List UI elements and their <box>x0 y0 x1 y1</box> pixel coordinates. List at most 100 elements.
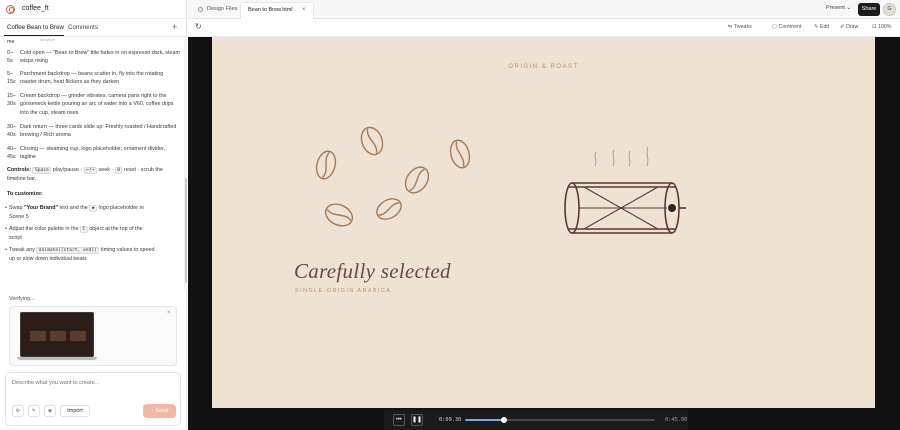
thumbnail-card <box>70 331 86 341</box>
bullet-code: ◆ <box>89 205 97 212</box>
bullet-text: Scene 5 <box>9 214 29 221</box>
coffee-bean-icon <box>404 166 430 194</box>
app-logo-icon[interactable] <box>6 5 15 14</box>
controls-text: timeline bar. <box>7 176 37 182</box>
eye-icon[interactable]: ◉ <box>44 405 56 417</box>
bullet-strong: "Your Brand" <box>23 205 59 211</box>
thumbnail-card <box>30 331 46 341</box>
list-item: • Tweak any animate([start, end]) timing… <box>5 246 174 264</box>
prompt-input[interactable] <box>12 380 172 386</box>
coffee-bean-icon <box>376 198 402 220</box>
edit-icon: ✎ <box>814 24 819 30</box>
timeline-item: 0– 5s Cold open — "Bean to Brew" title f… <box>7 49 180 66</box>
pause-icon[interactable]: ❚❚ <box>411 414 423 426</box>
thumbnail-screen <box>20 312 94 357</box>
timeline-progress <box>465 419 505 421</box>
bullet-text: text and the <box>58 205 90 211</box>
controls-text: seek · <box>98 167 114 173</box>
preview-card[interactable]: × <box>9 306 177 366</box>
tweaks-label: Tweaks <box>733 24 752 30</box>
draw-label: Draw <box>845 24 859 30</box>
coffee-bean-icon <box>324 203 354 227</box>
reload-icon[interactable]: ↻ <box>195 22 202 31</box>
project-header: coffee_ft <box>0 0 187 19</box>
coffee-beans <box>315 126 471 227</box>
chat-transcript[interactable]: storyline me 0– 5s Cold open — "Bean to … <box>0 37 184 290</box>
tab-label: Bean to Brew.html <box>248 7 293 13</box>
tab-comments[interactable]: Comments <box>68 24 98 31</box>
player-controls: ⏮ ❚❚ 0:09.30 0:45.00 <box>188 410 900 430</box>
import-button[interactable]: Import <box>60 405 90 417</box>
cut-line: me <box>7 38 179 46</box>
composer: ⚙ ✎ ◉ Import ↑ Send <box>5 372 181 426</box>
project-name[interactable]: coffee_ft <box>22 5 49 12</box>
bullet-dot: • <box>5 247 7 253</box>
zoom-label: 100% <box>877 24 892 30</box>
timeline-time: 40– 45s <box>7 146 16 161</box>
timeline-description: Cream backdrop — grinder vibrates, camer… <box>20 93 174 116</box>
tab-bean-to-brew[interactable]: Bean to Brew.html × <box>240 2 314 19</box>
avatar[interactable]: G <box>883 3 896 16</box>
timeline-description: Closing — steaming cup, logo placeholder… <box>20 146 166 161</box>
controls-line: Controls: Space play/pause · ←/→ seek · … <box>7 166 179 175</box>
tab-coffee-bean-to-brew[interactable]: Coffee Bean to Brew <box>7 24 64 31</box>
timeline-description: Dark return — three cards slide up: Fres… <box>20 124 177 139</box>
coffee-bean-icon <box>360 126 384 156</box>
present-button[interactable]: Present ⌄ <box>826 5 851 11</box>
active-tab-indicator <box>4 35 64 37</box>
bullet-text: up or slow down individual beats <box>9 256 87 263</box>
slide-headline: Carefully selected <box>294 259 451 283</box>
bullet-text: Adjust the color palette in the <box>9 226 81 232</box>
send-label: Send <box>155 408 169 414</box>
zoom-icon: ⊡ <box>872 24 877 30</box>
add-tab-button[interactable]: + <box>172 22 177 32</box>
coffee-bean-icon <box>315 150 337 180</box>
tweaks-icon: ⇋ <box>728 24 733 30</box>
preview-thumbnail[interactable] <box>17 312 97 362</box>
tab-design-files[interactable]: Design Files <box>196 3 237 16</box>
controls-text: play/pause · <box>52 167 83 173</box>
bullet-code: C <box>80 226 88 233</box>
chevron-down-icon: ⌄ <box>846 5 852 11</box>
zoom-level[interactable]: ⊡ 100% <box>872 24 892 30</box>
total-time: 0:45.00 <box>665 417 688 423</box>
current-time: 0:09.30 <box>439 417 462 423</box>
timeline-time: 5– 15s <box>7 71 16 86</box>
customize-heading: To customize: <box>7 190 179 198</box>
roaster-drum-icon <box>564 182 686 234</box>
controls-line: timeline bar. <box>7 175 179 183</box>
file-tab-bar: Design Files Bean to Brew.html × Present… <box>188 0 900 19</box>
attach-icon[interactable]: ✎ <box>28 405 40 417</box>
send-button[interactable]: ↑ Send <box>143 404 176 418</box>
bullet-text: Tweak any <box>9 247 37 253</box>
verifying-status: Verifying... <box>9 296 35 302</box>
present-label: Present <box>826 5 845 11</box>
close-icon[interactable]: × <box>167 310 171 316</box>
timeline-time: 30– 40s <box>7 124 16 139</box>
key-zero: 0 <box>114 167 123 174</box>
bullet-text: script <box>9 235 22 242</box>
comment-icon: ▢ <box>772 24 778 30</box>
edit-button[interactable]: ✎ Edit <box>814 24 829 30</box>
timeline-item: 15– 30s Cream backdrop — grinder vibrate… <box>7 92 179 118</box>
bullet-dot: • <box>5 205 7 211</box>
animation-slide[interactable]: ORIGIN & ROAST Carefully selected SINGLE… <box>212 37 875 408</box>
tweaks-button[interactable]: ⇋ Tweaks <box>728 24 752 30</box>
timeline-description: Cold open — "Bean to Brew" title fades i… <box>20 50 180 65</box>
slide-subheadline: SINGLE-ORIGIN ARABICA <box>295 288 392 294</box>
draw-icon: ✐ <box>840 24 845 30</box>
bullet-text: object at the top of the <box>87 226 143 232</box>
settings-icon[interactable]: ⚙ <box>12 405 24 417</box>
draw-button[interactable]: ✐ Draw <box>840 24 858 30</box>
list-item: • Swap "Your Brand" text and the ◆ logo … <box>5 204 174 222</box>
slide-illustration <box>315 126 686 234</box>
drum-hub <box>668 204 676 212</box>
comment-button[interactable]: ▢ Comment <box>772 24 801 30</box>
scrollbar-thumb[interactable] <box>184 178 187 283</box>
close-tab-icon[interactable]: × <box>302 3 306 18</box>
restart-icon[interactable]: ⏮ <box>393 414 405 426</box>
share-button[interactable]: Share <box>858 3 880 16</box>
customize-heading-text: To customize: <box>7 191 43 197</box>
bullet-dot: • <box>5 226 7 232</box>
bullet-text: logo placeholder in <box>97 205 144 211</box>
